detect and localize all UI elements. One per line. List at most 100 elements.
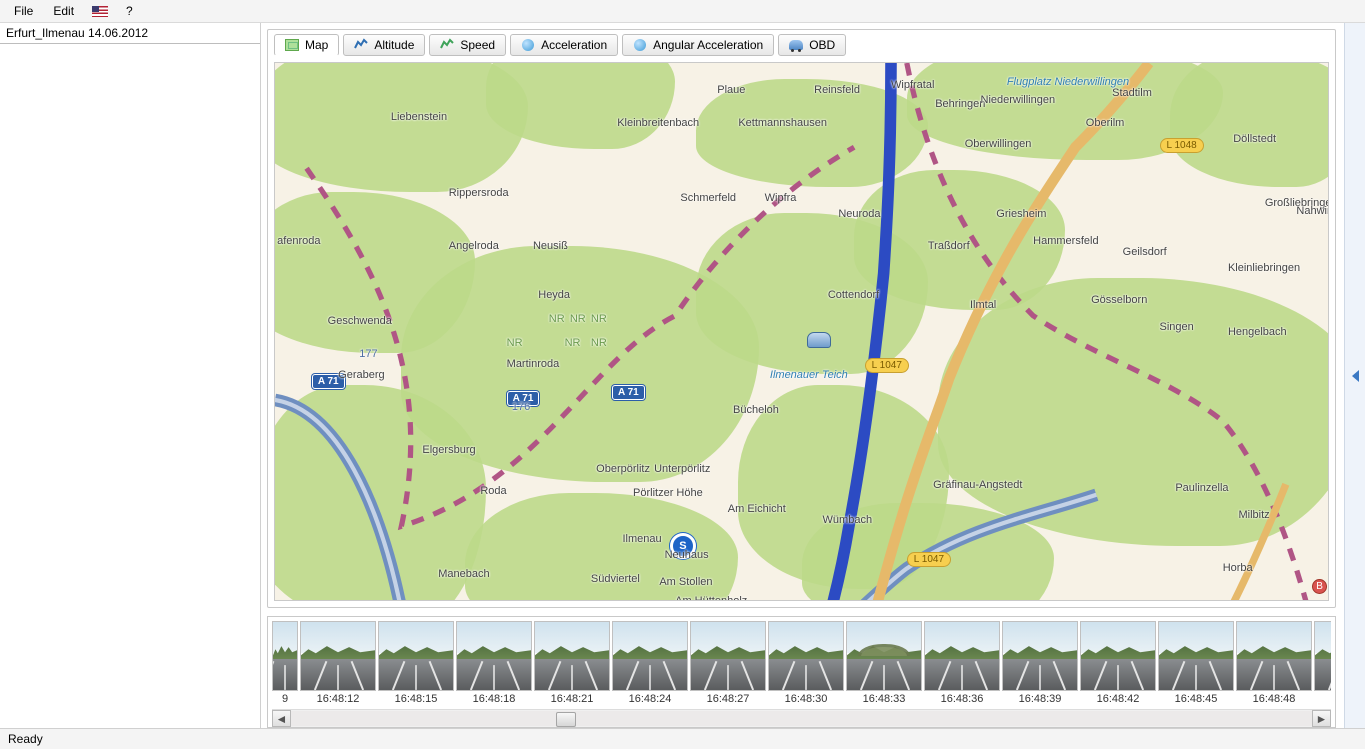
tab-label: OBD: [809, 38, 835, 52]
scroll-track[interactable]: [291, 711, 1312, 726]
thumbnail-time: 16:48:33: [863, 691, 906, 709]
dashcam-frame: [272, 621, 298, 691]
map-label: Kleinbreitenbach: [617, 117, 699, 129]
thumbnail-time: 16:48:27: [707, 691, 750, 709]
dashcam-frame: [924, 621, 1000, 691]
thumbnail[interactable]: 16:48:48: [1236, 621, 1312, 709]
tab-bar: Map Altitude: [274, 34, 1329, 56]
horizontal-scrollbar[interactable]: ◄ ►: [272, 709, 1331, 727]
map-label: Stadtilm: [1112, 87, 1152, 99]
map-label: Roda: [480, 485, 506, 497]
thumbnail[interactable]: 16:48:51: [1314, 621, 1331, 709]
thumbnail[interactable]: 16:48:27: [690, 621, 766, 709]
map-label: Geschwenda: [328, 315, 392, 327]
thumbnail[interactable]: 16:48:18: [456, 621, 532, 709]
map-label: Ilmenauer Teich: [770, 369, 848, 381]
thumbnail[interactable]: 16:48:12: [300, 621, 376, 709]
app-window: File Edit ? Erfurt_Ilmenau 14.06.2012: [0, 0, 1365, 749]
tab-obd[interactable]: OBD: [778, 34, 846, 56]
thumbnail[interactable]: 16:48:15: [378, 621, 454, 709]
menu-help[interactable]: ?: [116, 2, 143, 20]
map-label: Behringen: [935, 98, 985, 110]
map-label: Nahwinde: [1296, 205, 1329, 217]
map-label: NR: [549, 313, 565, 325]
status-text: Ready: [8, 732, 43, 746]
tab-speed[interactable]: Speed: [429, 34, 506, 56]
thumbnail[interactable]: 16:48:42: [1080, 621, 1156, 709]
thumbnail[interactable]: 16:48:21: [534, 621, 610, 709]
map-label: Oberwillingen: [965, 138, 1032, 150]
thumbnail[interactable]: 16:48:45: [1158, 621, 1234, 709]
thumbnail[interactable]: 16:48:24: [612, 621, 688, 709]
tab-map[interactable]: Map: [274, 34, 339, 56]
tab-acceleration[interactable]: Acceleration: [510, 34, 618, 56]
thumbnail-time: 16:48:12: [317, 691, 360, 709]
dashcam-frame: [300, 621, 376, 691]
map-label: Ilmenau: [622, 533, 661, 545]
highway-shield: A 71: [612, 385, 645, 400]
flag-icon[interactable]: [92, 6, 108, 17]
chart-icon: [440, 38, 454, 52]
map-label: Schmerfeld: [680, 192, 736, 204]
map-label: Neuhaus: [665, 549, 709, 561]
map-label: Am Hüttenholz: [675, 595, 747, 601]
collapse-right-panel[interactable]: [1344, 23, 1365, 728]
thumbnail-row[interactable]: 9 16:48:12 16:48:1516:48:1816:48:21 16:48:2…: [272, 621, 1331, 709]
map-label: Wipfra: [765, 192, 797, 204]
map-label: Heyda: [538, 289, 570, 301]
thumbnail-time: 16:48:39: [1019, 691, 1062, 709]
scroll-handle[interactable]: [556, 712, 576, 727]
road-shield: B: [1312, 579, 1327, 594]
menubar: File Edit ?: [0, 0, 1365, 23]
map-label: NR: [591, 337, 607, 349]
dashcam-frame: [456, 621, 532, 691]
scroll-right-icon[interactable]: ►: [1312, 710, 1331, 727]
thumbnail[interactable]: 16:48:30: [768, 621, 844, 709]
map-label: Oberpörlitz: [596, 463, 650, 475]
map-label: Ilmtal: [970, 299, 996, 311]
road-shield: L 1047: [865, 358, 909, 373]
tab-label: Map: [305, 38, 328, 52]
map-label: Traßdorf: [928, 240, 970, 252]
map-label: Döllstedt: [1233, 133, 1276, 145]
map-label: Kleinliebringen: [1228, 262, 1300, 274]
map-label: Martinroda: [507, 358, 560, 370]
thumbnail-time: 16:48:30: [785, 691, 828, 709]
map-label: Gösselborn: [1091, 294, 1147, 306]
thumbnail-time: 16:48:36: [941, 691, 984, 709]
map-label: Angelroda: [449, 240, 499, 252]
tab-angular-acceleration[interactable]: Angular Acceleration: [622, 34, 774, 56]
tab-altitude[interactable]: Altitude: [343, 34, 425, 56]
map-label: Paulinzella: [1175, 482, 1228, 494]
map-label: Geraberg: [338, 369, 384, 381]
scroll-left-icon[interactable]: ◄: [272, 710, 291, 727]
sidebar-item-track[interactable]: Erfurt_Ilmenau 14.06.2012: [0, 23, 260, 44]
map-label: NR: [591, 313, 607, 325]
menu-file[interactable]: File: [4, 2, 43, 20]
dashcam-frame: [378, 621, 454, 691]
map-label: Hammersfeld: [1033, 235, 1098, 247]
map-label: Neusiß: [533, 240, 568, 252]
map-label: Geilsdorf: [1123, 246, 1167, 258]
dashcam-frame: [1158, 621, 1234, 691]
thumbnail[interactable]: 9: [272, 621, 298, 709]
thumbnail[interactable]: 16:48:39: [1002, 621, 1078, 709]
sidebar-item-label: Erfurt_Ilmenau 14.06.2012: [6, 26, 148, 40]
map-label: Wümbach: [823, 514, 873, 526]
chevron-left-icon: [1352, 370, 1359, 382]
thumbnail-time: 16:48:45: [1175, 691, 1218, 709]
dashcam-frame: [1080, 621, 1156, 691]
tab-label: Angular Acceleration: [653, 38, 763, 52]
map-label: Oberilm: [1086, 117, 1125, 129]
map-label: Horba: [1223, 562, 1253, 574]
thumbnail-time: 16:48:24: [629, 691, 672, 709]
thumbnail-time: 16:48:48: [1253, 691, 1296, 709]
map-label: Niederwillingen: [981, 94, 1056, 106]
main-area: Map Altitude: [261, 23, 1365, 728]
sidebar-list[interactable]: Erfurt_Ilmenau 14.06.2012: [0, 23, 260, 728]
map-viewport[interactable]: S A 71 A 71 A 71 L 1047 L 1047 L 1048 B …: [274, 62, 1329, 601]
menu-edit[interactable]: Edit: [43, 2, 84, 20]
thumbnail[interactable]: 16:48:33: [846, 621, 922, 709]
sidebar: Erfurt_Ilmenau 14.06.2012: [0, 23, 261, 728]
thumbnail[interactable]: 16:48:36: [924, 621, 1000, 709]
